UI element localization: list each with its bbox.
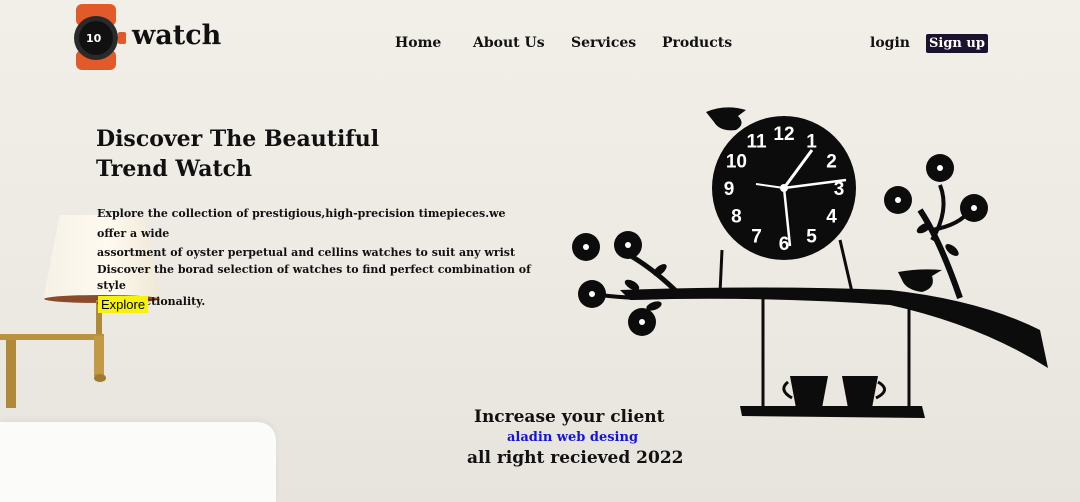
nav-about-link[interactable]: About Us xyxy=(473,35,545,51)
hero-text-line: Discover the borad selection of watches … xyxy=(97,263,531,292)
clock-numeral: 11 xyxy=(746,131,767,152)
footer-copyright: all right recieved 2022 xyxy=(467,448,684,468)
clock-numeral: 1 xyxy=(806,131,817,152)
wall-clock-decal: 12 12 3 45678 9 1011 xyxy=(572,107,1048,418)
signup-button[interactable]: Sign up xyxy=(926,34,988,53)
clock-numeral: 6 xyxy=(779,234,790,255)
clock-numeral: 10 xyxy=(726,152,747,173)
clock-numeral: 12 xyxy=(773,124,794,145)
clock-numeral: 7 xyxy=(751,227,762,248)
nav-services-link[interactable]: Services xyxy=(571,35,636,51)
hero-description: Explore the collection of prestigious,hi… xyxy=(97,204,537,310)
hero-title-line: Trend Watch xyxy=(96,156,252,182)
clock-numeral: 8 xyxy=(731,207,742,228)
clock-numeral: 5 xyxy=(806,227,817,248)
clock-numeral: 4 xyxy=(826,207,837,228)
smartwatch-logo-icon: 10 xyxy=(74,4,126,70)
nav-products-link[interactable]: Products xyxy=(662,35,732,51)
login-link[interactable]: login xyxy=(870,35,910,51)
clock-numeral: 9 xyxy=(724,179,735,200)
brand-name: watch xyxy=(132,20,222,51)
lamp-arm-decor xyxy=(0,300,106,408)
footer-tagline: Increase your client xyxy=(474,407,665,427)
svg-text:10: 10 xyxy=(86,32,102,45)
hero-text-line: and functionality. xyxy=(97,295,206,308)
hero-title: Discover The Beautiful Trend Watch xyxy=(96,124,379,184)
hero-text-line: Explore the collection of prestigious,hi… xyxy=(97,207,506,240)
hero-text-line: assortment of oyster perpetual and celli… xyxy=(97,246,516,259)
nav-home-link[interactable]: Home xyxy=(395,35,441,51)
clock-numeral: 3 xyxy=(834,179,845,200)
brand-logo[interactable]: 10 watch xyxy=(66,2,226,72)
clock-numeral: 2 xyxy=(826,152,837,173)
sofa-decor xyxy=(0,422,276,502)
footer-credit-link[interactable]: aladin web desing xyxy=(507,430,638,445)
hero-title-line: Discover The Beautiful xyxy=(96,126,380,152)
explore-button[interactable]: Explore xyxy=(98,296,149,313)
